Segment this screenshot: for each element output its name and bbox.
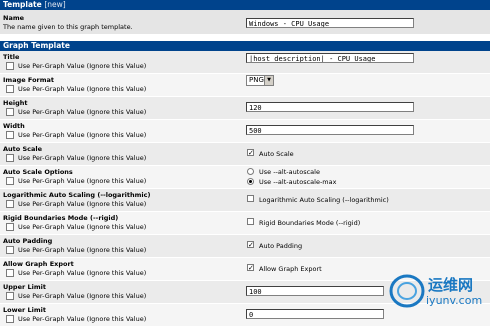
per-graph-label: Use Per-Graph Value (Ignore this Value): [18, 223, 147, 231]
lower-limit-label: Lower Limit: [3, 306, 46, 314]
per-graph-label: Use Per-Graph Value (Ignore this Value): [18, 246, 147, 254]
width-per-graph-checkbox[interactable]: [6, 131, 14, 139]
watermark-text-cn: 运维网: [428, 276, 474, 294]
template-name-description: The name given to this graph template.: [3, 23, 133, 31]
per-graph-label: Use Per-Graph Value (Ignore this Value): [18, 177, 147, 185]
logarithmic-checkbox[interactable]: [247, 195, 254, 202]
title-label: Title: [3, 53, 20, 61]
watermark: 运维网 iyunv.com: [388, 272, 484, 312]
row-auto-padding: Auto Padding Use Per-Graph Value (Ignore…: [0, 235, 490, 258]
per-graph-label: Use Per-Graph Value (Ignore this Value): [18, 292, 147, 300]
logarithmic-label: Logarithmic Auto Scaling (--logarithmic): [3, 191, 151, 199]
width-label: Width: [3, 122, 25, 130]
template-name-input[interactable]: Windows - CPU Usage: [246, 18, 414, 28]
new-tag: [new]: [44, 0, 66, 9]
row-width: Width Use Per-Graph Value (Ignore this V…: [0, 120, 490, 143]
row-auto-scale-options: Auto Scale Options Use Per-Graph Value (…: [0, 166, 490, 189]
template-name-row: Name The name given to this graph templa…: [0, 10, 490, 35]
row-rigid: Rigid Boundaries Mode (--rigid) Use Per-…: [0, 212, 490, 235]
auto-scale-per-graph-checkbox[interactable]: [6, 154, 14, 162]
auto-padding-label: Auto Padding: [3, 237, 53, 245]
chevron-down-icon[interactable]: ▼: [264, 76, 273, 85]
alt-autoscale-label: Use --alt-autoscale: [259, 168, 320, 176]
logarithmic-option-label: Logarithmic Auto Scaling (--logarithmic): [259, 196, 389, 204]
per-graph-label: Use Per-Graph Value (Ignore this Value): [18, 131, 147, 139]
allow-export-label: Allow Graph Export: [3, 260, 74, 268]
lower-limit-input[interactable]: 0: [246, 309, 384, 319]
auto-scale-options-label: Auto Scale Options: [3, 168, 73, 176]
auto-scale-options-per-graph-checkbox[interactable]: [6, 177, 14, 185]
per-graph-label: Use Per-Graph Value (Ignore this Value): [18, 154, 147, 162]
rigid-label: Rigid Boundaries Mode (--rigid): [3, 214, 119, 222]
upper-limit-input[interactable]: 100: [246, 286, 384, 296]
height-per-graph-checkbox[interactable]: [6, 108, 14, 116]
upper-limit-label: Upper Limit: [3, 283, 46, 291]
auto-padding-checkbox[interactable]: ✓: [247, 241, 254, 249]
image-format-label: Image Format: [3, 76, 55, 84]
rigid-per-graph-checkbox[interactable]: [6, 223, 14, 231]
template-name-label: Name: [3, 14, 25, 22]
per-graph-label: Use Per-Graph Value (Ignore this Value): [18, 315, 147, 323]
watermark-text-url: iyunv.com: [426, 294, 483, 307]
image-format-per-graph-checkbox[interactable]: [6, 85, 14, 93]
watermark-logo-icon: [389, 274, 425, 308]
image-format-select[interactable]: PNG ▼: [246, 75, 274, 86]
height-label: Height: [3, 99, 28, 107]
height-input[interactable]: 120: [246, 102, 414, 112]
alt-autoscale-radio[interactable]: [247, 168, 254, 175]
auto-scale-label: Auto Scale: [3, 145, 43, 153]
auto-scale-checkbox[interactable]: ✓: [247, 149, 254, 157]
row-height: Height Use Per-Graph Value (Ignore this …: [0, 97, 490, 120]
auto-scale-option-label: Auto Scale: [259, 150, 294, 158]
title-input[interactable]: |host_description| - CPU Usage: [246, 53, 414, 63]
per-graph-label: Use Per-Graph Value (Ignore this Value): [18, 200, 147, 208]
width-input[interactable]: 500: [246, 125, 414, 135]
lower-limit-per-graph-checkbox[interactable]: [6, 315, 14, 323]
template-header: Template [new]: [0, 0, 490, 10]
rigid-checkbox[interactable]: [247, 218, 254, 225]
row-title: Title Use Per-Graph Value (Ignore this V…: [0, 51, 490, 74]
row-image-format: Image Format Use Per-Graph Value (Ignore…: [0, 74, 490, 97]
per-graph-label: Use Per-Graph Value (Ignore this Value): [18, 85, 147, 93]
auto-padding-option-label: Auto Padding: [259, 242, 303, 250]
upper-limit-per-graph-checkbox[interactable]: [6, 292, 14, 300]
per-graph-label: Use Per-Graph Value (Ignore this Value): [18, 62, 147, 70]
allow-export-per-graph-checkbox[interactable]: [6, 269, 14, 277]
image-format-value: PNG: [249, 76, 264, 84]
graph-template-header: Graph Template: [0, 41, 490, 51]
allow-export-option-label: Allow Graph Export: [259, 265, 322, 273]
auto-padding-per-graph-checkbox[interactable]: [6, 246, 14, 254]
rigid-option-label: Rigid Boundaries Mode (--rigid): [259, 219, 361, 227]
row-logarithmic: Logarithmic Auto Scaling (--logarithmic)…: [0, 189, 490, 212]
logarithmic-per-graph-checkbox[interactable]: [6, 200, 14, 208]
row-auto-scale: Auto Scale Use Per-Graph Value (Ignore t…: [0, 143, 490, 166]
alt-autoscale-max-radio[interactable]: [247, 178, 254, 185]
per-graph-label: Use Per-Graph Value (Ignore this Value): [18, 269, 147, 277]
per-graph-label: Use Per-Graph Value (Ignore this Value): [18, 108, 147, 116]
allow-export-checkbox[interactable]: ✓: [247, 264, 254, 272]
title-per-graph-checkbox[interactable]: [6, 62, 14, 70]
template-header-title: Template: [3, 0, 42, 9]
alt-autoscale-max-label: Use --alt-autoscale-max: [259, 178, 337, 186]
